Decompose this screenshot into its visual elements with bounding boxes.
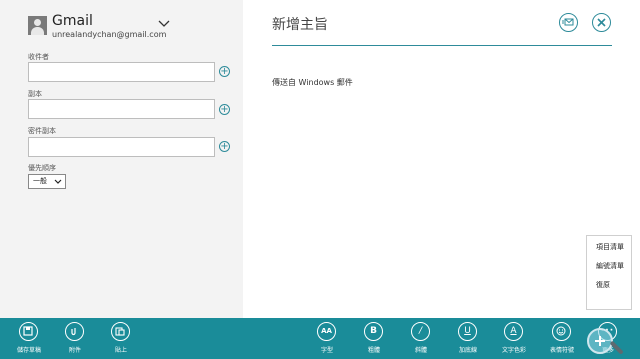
save-draft-button[interactable]: 儲存草稿: [9, 322, 49, 358]
italic-label: 斜體: [414, 347, 427, 354]
chevron-down-icon[interactable]: [158, 18, 170, 28]
attach-label: 附件: [68, 347, 81, 354]
emoji-button[interactable]: 表情符號: [542, 322, 582, 358]
underline-button[interactable]: U 加底線: [448, 322, 488, 358]
paste-label: 貼上: [114, 347, 127, 354]
account-switcher[interactable]: Gmail unrealandychan@gmail.com: [28, 13, 228, 41]
chevron-down-icon: [54, 179, 62, 184]
bold-label: 粗體: [367, 347, 380, 354]
to-field[interactable]: [28, 62, 215, 82]
send-button[interactable]: [559, 13, 578, 32]
recipients-pane: Gmail unrealandychan@gmail.com 收件者 + 副本 …: [0, 0, 243, 318]
font-label: 字型: [320, 347, 333, 354]
bcc-field[interactable]: [28, 137, 215, 157]
app-bar: 儲存草稿 附件 貼上 AA 字型 B 粗體 / 斜體 U 加底線 A 文字色彩 …: [0, 318, 640, 359]
avatar: [28, 16, 47, 35]
priority-select[interactable]: 一般: [28, 174, 66, 189]
save-icon: [23, 326, 33, 336]
bold-icon: B: [364, 322, 383, 341]
bcc-label: 密件副本: [28, 127, 56, 135]
add-bcc-button[interactable]: +: [219, 141, 230, 152]
menu-item-numbered-list[interactable]: 編號清單: [596, 261, 624, 271]
account-name: Gmail: [52, 13, 93, 29]
priority-value: 一般: [33, 177, 47, 185]
send-icon: [562, 18, 574, 26]
bold-button[interactable]: B 粗體: [354, 322, 394, 358]
underline-label: 加底線: [458, 347, 477, 354]
add-cc-button[interactable]: +: [219, 104, 230, 115]
subject-underline: [272, 45, 612, 46]
italic-icon: /: [411, 322, 430, 341]
account-email: unrealandychan@gmail.com: [52, 30, 167, 39]
underline-icon: U: [458, 322, 477, 341]
discard-button[interactable]: [592, 13, 611, 32]
italic-button[interactable]: / 斜體: [401, 322, 441, 358]
subject-input[interactable]: 新增主旨: [272, 14, 328, 34]
font-icon: AA: [317, 322, 336, 341]
cc-field[interactable]: [28, 99, 215, 119]
paste-button[interactable]: 貼上: [101, 322, 141, 358]
cc-label: 副本: [28, 90, 42, 98]
font-button[interactable]: AA 字型: [307, 322, 347, 358]
priority-label: 優先順序: [28, 164, 56, 172]
text-color-label: 文字色彩: [501, 347, 526, 354]
to-label: 收件者: [28, 53, 49, 61]
magnifier-icon: [587, 328, 613, 354]
more-menu: 項目清單 編號清單 復原: [586, 235, 632, 310]
paste-icon: [115, 327, 125, 336]
message-body[interactable]: 傳送自 Windows 郵件: [272, 77, 353, 88]
emoji-label: 表情符號: [549, 347, 574, 354]
add-to-button[interactable]: +: [219, 66, 230, 77]
emoji-icon: [556, 326, 566, 336]
menu-item-bulleted-list[interactable]: 項目清單: [596, 242, 624, 252]
menu-item-undo[interactable]: 復原: [596, 280, 610, 290]
close-icon: [597, 18, 606, 27]
text-color-icon: A: [504, 322, 523, 341]
save-draft-label: 儲存草稿: [16, 347, 41, 354]
text-color-button[interactable]: A 文字色彩: [494, 322, 534, 358]
paperclip-icon: [71, 328, 76, 336]
attach-button[interactable]: 附件: [55, 322, 95, 358]
